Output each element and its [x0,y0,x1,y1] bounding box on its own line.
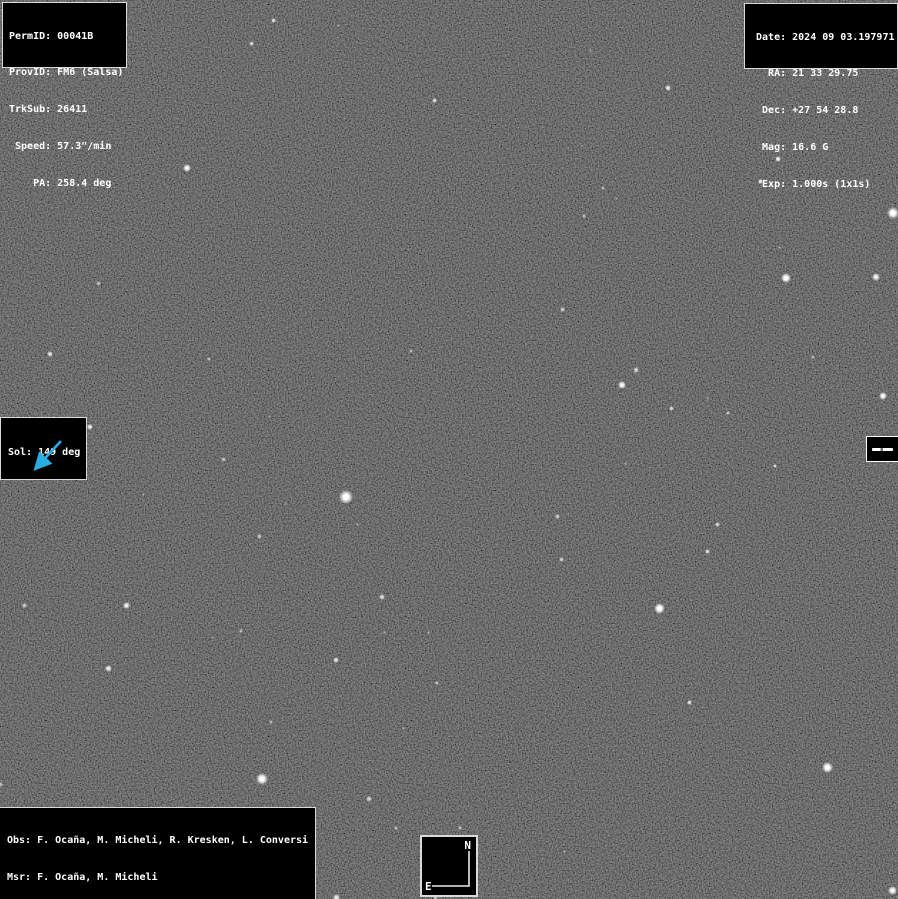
star [822,762,833,773]
star [669,406,674,411]
star [888,886,897,895]
star [872,273,880,281]
star [555,514,560,519]
star [87,424,93,430]
observation-info-panel: Obs: F. Ocaña, M. Micheli, R. Kresken, L… [0,807,316,899]
star [633,367,639,373]
star [458,826,462,830]
star [183,164,191,172]
star [559,557,564,562]
star [778,246,781,249]
star [618,381,626,389]
star [687,700,692,705]
star [781,273,791,283]
ra-line: RA: 21 33 29.75 [750,68,892,80]
star [409,349,413,353]
compass-east-label: E [425,880,432,893]
star [333,894,340,899]
star [773,464,777,468]
sun-direction-panel: Sol: 149 deg [0,417,87,480]
star [383,631,386,634]
star [105,665,112,672]
measurers-line: Msr: F. Ocaña, M. Micheli [7,872,308,884]
star [0,782,3,787]
compass-box: N E [420,835,478,897]
star [427,631,430,634]
star [706,397,709,400]
star [589,49,592,52]
star [654,603,665,614]
star [268,415,271,418]
target-marker-box [866,436,898,462]
trksub-line: TrkSub: 26411 [9,104,120,116]
star [123,602,130,609]
sun-direction-arrow-icon [1,434,86,479]
star [580,144,583,147]
ephemeris-panel: Date: 2024 09 03.197971 RA: 21 33 29.75 … [744,3,898,69]
star [379,594,385,600]
pa-line: PA: 258.4 deg [9,178,120,190]
observers-line: Obs: F. Ocaña, M. Micheli, R. Kresken, L… [7,835,308,847]
star [249,41,254,46]
target-trail-dash [872,448,893,451]
star [96,281,101,286]
star [47,351,53,357]
compass-north-label: N [464,839,471,852]
star [333,657,339,663]
star [435,681,439,685]
star [601,186,605,190]
mag-line: Mag: 16.6 G [750,142,892,154]
prov-id-line: ProvID: FM6 (Salsa) [9,67,120,79]
star [221,457,226,462]
perm-id-line: PermID: 00041B [9,31,120,43]
star [582,214,586,218]
star [615,197,618,200]
star [563,850,566,853]
star [257,534,262,539]
object-info-panel: PermID: 00041B ProvID: FM6 (Salsa) TrkSu… [2,2,127,68]
star [560,307,565,312]
exp-line: Exp: 1.000s (1x1s) [750,179,892,191]
star [207,357,211,361]
star [142,493,145,496]
star [269,720,273,724]
star [239,629,243,633]
star [665,85,671,91]
star [705,549,710,554]
star [271,18,276,23]
astrometry-image-viewer: PermID: 00041B ProvID: FM6 (Salsa) TrkSu… [0,0,898,899]
star [356,523,359,526]
speed-line: Speed: 57.3"/min [9,141,120,153]
star [879,392,887,400]
star [432,98,437,103]
star [22,603,27,608]
dec-line: Dec: +27 54 28.8 [750,105,892,117]
star [394,826,398,830]
star [339,490,353,504]
star [284,502,287,505]
star [366,796,372,802]
star [211,636,214,639]
star [811,355,815,359]
star [715,522,720,527]
star [337,24,340,27]
star [256,773,268,785]
star [726,411,730,415]
star [402,727,405,730]
star [624,462,627,465]
date-line: Date: 2024 09 03.197971 [750,32,892,44]
